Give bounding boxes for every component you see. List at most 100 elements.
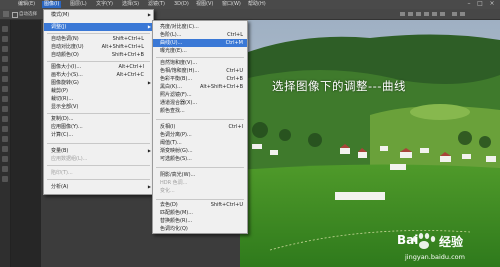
menubar-layer[interactable]: 图层(L): [68, 1, 89, 8]
menubar-filter[interactable]: 滤镜(T): [146, 1, 167, 8]
pen-tool-icon[interactable]: [2, 136, 8, 142]
menu-item-trim[interactable]: 裁切(R)...: [44, 95, 153, 103]
menu-separator: [156, 167, 244, 168]
menu-item-equalize[interactable]: 色调均化(Q): [153, 225, 247, 233]
menu-separator: [47, 61, 150, 62]
brush-tool-icon[interactable]: [2, 86, 8, 92]
text-tool-icon[interactable]: [2, 146, 8, 152]
menu-item-hdr-toning[interactable]: HDR 色调...: [153, 179, 247, 187]
marquee-tool-icon[interactable]: [2, 36, 8, 42]
menu-item-auto-contrast[interactable]: 自动对比度(U) Alt+Shift+Ctrl+L: [44, 43, 153, 51]
menu-item-desaturate[interactable]: 去色(D) Shift+Ctrl+U: [153, 201, 247, 209]
menu-item-match-color[interactable]: 匹配颜色(M)...: [153, 209, 247, 217]
menu-item-auto-tone[interactable]: 自动色调(N) Shift+Ctrl+L: [44, 35, 153, 43]
menubar-type[interactable]: 文字(Y): [94, 1, 115, 8]
menubar-select[interactable]: 选择(S): [120, 1, 141, 8]
align-icons-graphic: [400, 12, 465, 16]
menu-item-variations[interactable]: 变化...: [153, 187, 247, 195]
quick-select-tool-icon[interactable]: [2, 56, 8, 62]
gradient-tool-icon[interactable]: [2, 116, 8, 122]
menu-item-label: 应用数据组(L)...: [51, 156, 88, 162]
submenu-arrow-icon: ▶: [147, 80, 151, 85]
menu-item-label: 曝光度(E)...: [160, 48, 187, 54]
menubar-window[interactable]: 窗口(W): [220, 1, 243, 8]
zoom-tool-icon[interactable]: [2, 176, 8, 182]
menubar-help[interactable]: 帮助(H): [246, 1, 268, 8]
menu-item-channel-mixer[interactable]: 通道混合器(X)...: [153, 99, 247, 107]
menu-item-color-balance[interactable]: 色彩平衡(B)... Ctrl+B: [153, 75, 247, 83]
menu-item-duplicate[interactable]: 复制(D)...: [44, 115, 153, 123]
menu-item-apply-data-set[interactable]: 应用数据组(L)...: [44, 155, 153, 163]
menu-item-photo-filter[interactable]: 照片滤镜(F)...: [153, 91, 247, 99]
menu-item-replace-color[interactable]: 替换颜色(R)...: [153, 217, 247, 225]
menu-separator: [47, 143, 150, 144]
menu-item-curves[interactable]: 曲线(U)... Ctrl+M: [153, 39, 247, 47]
menu-item-canvas-size[interactable]: 画布大小(S)... Alt+Ctrl+C: [44, 71, 153, 79]
auto-select-label: 自动选择: [19, 12, 37, 17]
menu-item-label: 色调分离(P)...: [160, 132, 192, 138]
menu-item-image-size[interactable]: 图像大小(I)... Alt+Ctrl+I: [44, 63, 153, 71]
shape-tool-icon[interactable]: [2, 156, 8, 162]
menu-item-apply-image[interactable]: 应用图像(Y)...: [44, 123, 153, 131]
menu-item-black-white[interactable]: 黑白(K)... Alt+Shift+Ctrl+B: [153, 83, 247, 91]
menu-item-label: 阴影/高光(W)...: [160, 172, 196, 178]
crop-tool-icon[interactable]: [2, 66, 8, 72]
eraser-tool-icon[interactable]: [2, 106, 8, 112]
menu-item-label: 应用图像(Y)...: [51, 124, 83, 130]
close-icon[interactable]: ×: [489, 1, 495, 7]
menubar-image[interactable]: 图像(I): [42, 1, 62, 8]
menu-item-trap[interactable]: 陷印(T)...: [44, 169, 153, 177]
menu-item-reveal-all[interactable]: 显示全部(V): [44, 103, 153, 111]
menu-item-label: 颜色查找...: [160, 108, 185, 114]
submenu-arrow-icon: ▶: [147, 24, 151, 29]
menu-item-mode[interactable]: 模式(M) ▶: [44, 11, 153, 19]
clone-tool-icon[interactable]: [2, 96, 8, 102]
menubar-edit[interactable]: 编辑(E): [16, 1, 37, 8]
eyedropper-tool-icon[interactable]: [2, 76, 8, 82]
menu-item-label: 色彩平衡(B)...: [160, 76, 193, 82]
align-icons[interactable]: [400, 11, 470, 17]
menubar-3d[interactable]: 3D(D): [172, 1, 191, 8]
move-tool-icon[interactable]: [2, 26, 8, 32]
menu-item-color-lookup[interactable]: 颜色查找...: [153, 107, 247, 115]
menu-bar: 编辑(E) 图像(I) 图层(L) 文字(Y) 选择(S) 滤镜(T) 3D(D…: [0, 0, 500, 9]
maximize-icon[interactable]: □: [477, 1, 483, 7]
menu-item-label: 图像大小(I)...: [51, 64, 82, 70]
menu-item-label: 阈值(T)...: [160, 140, 182, 146]
minimize-icon[interactable]: –: [466, 1, 472, 7]
menu-item-adjustments[interactable]: 调整(J) ▶: [44, 23, 153, 31]
auto-select-checkbox[interactable]: [12, 12, 18, 18]
menu-item-levels[interactable]: 色阶(L)... Ctrl+L: [153, 31, 247, 39]
menu-item-posterize[interactable]: 色调分离(P)...: [153, 131, 247, 139]
menu-item-hue-saturation[interactable]: 色相/饱和度(H)... Ctrl+U: [153, 67, 247, 75]
menu-item-threshold[interactable]: 阈值(T)...: [153, 139, 247, 147]
menu-item-calculations[interactable]: 计算(C)...: [44, 131, 153, 139]
menubar-view[interactable]: 视图(V): [194, 1, 215, 8]
menu-item-invert[interactable]: 反相(I) Ctrl+I: [153, 123, 247, 131]
menu-item-shortcut: Ctrl+I: [228, 124, 243, 130]
dodge-tool-icon[interactable]: [2, 126, 8, 132]
move-tool-icon[interactable]: [3, 11, 9, 17]
menu-item-exposure[interactable]: 曝光度(E)...: [153, 47, 247, 55]
hand-tool-icon[interactable]: [2, 166, 8, 172]
menu-item-label: 黑白(K)...: [160, 84, 182, 90]
menu-item-selective-color[interactable]: 可选颜色(S)...: [153, 155, 247, 163]
menu-item-label: 调整(J): [51, 24, 67, 30]
lasso-tool-icon[interactable]: [2, 46, 8, 52]
menu-item-label: 分析(A): [51, 184, 69, 190]
instruction-caption: 选择图像下的调整---曲线: [272, 79, 406, 93]
menu-separator: [156, 199, 244, 200]
menu-item-crop[interactable]: 裁剪(P): [44, 87, 153, 95]
menu-item-shadows-highlights[interactable]: 阴影/高光(W)...: [153, 171, 247, 179]
menu-separator: [47, 179, 150, 180]
menu-item-variables[interactable]: 变量(B) ▶: [44, 147, 153, 155]
menu-item-analysis[interactable]: 分析(A) ▶: [44, 183, 153, 191]
menu-item-label: 自动颜色(O): [51, 52, 79, 58]
menu-item-image-rotation[interactable]: 图像旋转(G) ▶: [44, 79, 153, 87]
menu-item-label: 模式(M): [51, 12, 70, 18]
menu-item-vibrance[interactable]: 自然饱和度(V)...: [153, 59, 247, 67]
menu-item-auto-color[interactable]: 自动颜色(O) Shift+Ctrl+B: [44, 51, 153, 59]
menu-item-brightness-contrast[interactable]: 亮度/对比度(C)...: [153, 23, 247, 31]
submenu-arrow-icon: ▶: [147, 184, 151, 189]
menu-item-gradient-map[interactable]: 渐变映射(G)...: [153, 147, 247, 155]
